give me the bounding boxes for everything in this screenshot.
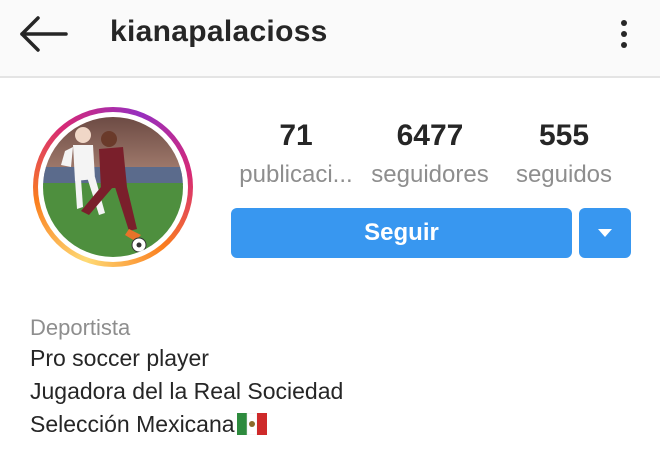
- followers-count: 6477: [396, 119, 464, 152]
- top-app-bar: kianapalacioss: [0, 0, 660, 78]
- stat-posts[interactable]: 71 publicaci...: [228, 118, 364, 190]
- following-label: seguidos: [515, 161, 613, 188]
- bio-line-with-flag: Selección Mexicana: [30, 408, 343, 441]
- more-options-button[interactable]: [610, 14, 638, 54]
- back-button[interactable]: [14, 14, 70, 54]
- avatar[interactable]: [43, 117, 183, 257]
- profile-bio: Deportista Pro soccer player Jugadora de…: [30, 314, 343, 441]
- stat-following[interactable]: 555 seguidos: [504, 118, 624, 190]
- follow-button[interactable]: Seguir: [231, 208, 572, 258]
- story-ring[interactable]: [33, 107, 193, 267]
- chevron-down-icon: [598, 229, 612, 237]
- mexico-flag-icon: [236, 413, 267, 435]
- following-count: 555: [538, 119, 590, 152]
- bio-line: Jugadora del la Real Sociedad: [30, 378, 344, 404]
- account-category: Deportista: [30, 315, 131, 340]
- profile-username: kianapalacioss: [110, 15, 328, 48]
- bio-line: Pro soccer player: [30, 345, 209, 371]
- stat-followers[interactable]: 6477 seguidores: [364, 118, 496, 190]
- posts-count: 71: [279, 119, 313, 152]
- arrow-left-icon: [20, 16, 68, 52]
- posts-label: publicaci...: [239, 161, 353, 188]
- profile-photo: [43, 117, 183, 257]
- more-vertical-icon: [621, 20, 627, 26]
- bio-line-text: Selección Mexicana: [30, 411, 235, 437]
- suggested-accounts-dropdown-button[interactable]: [579, 208, 631, 258]
- followers-label: seguidores: [371, 161, 489, 188]
